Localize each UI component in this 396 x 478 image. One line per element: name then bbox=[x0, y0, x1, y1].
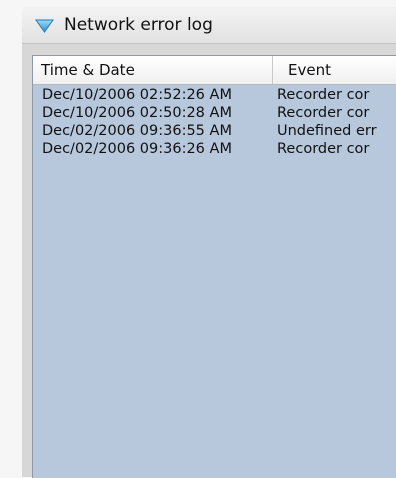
triangle-down-icon[interactable] bbox=[35, 19, 54, 33]
cell-time-date: Dec/02/2006 09:36:26 AM bbox=[42, 141, 232, 157]
cell-time-date: Dec/10/2006 02:52:26 AM bbox=[42, 87, 232, 103]
table-row[interactable]: Dec/10/2006 02:50:28 AM Recorder cor bbox=[33, 104, 396, 122]
column-header-event[interactable]: Event bbox=[274, 56, 396, 84]
cell-event: Recorder cor bbox=[277, 141, 370, 157]
table-row[interactable]: Dec/10/2006 02:52:26 AM Recorder cor bbox=[33, 86, 396, 104]
cell-time-date: Dec/02/2006 09:36:55 AM bbox=[42, 123, 232, 139]
cell-time-date: Dec/10/2006 02:50:28 AM bbox=[42, 105, 232, 121]
error-log-table[interactable]: Time & Date Event Dec/10/2006 02:52:26 A… bbox=[32, 55, 396, 478]
table-row[interactable]: Dec/02/2006 09:36:55 AM Undefined err bbox=[33, 122, 396, 140]
section-title: Network error log bbox=[64, 15, 213, 35]
table-header: Time & Date Event bbox=[33, 56, 396, 85]
cell-event: Undefined err bbox=[277, 123, 377, 139]
cell-event: Recorder cor bbox=[277, 105, 370, 121]
column-header-time-date[interactable]: Time & Date bbox=[33, 56, 273, 84]
section-header[interactable]: Network error log bbox=[22, 7, 396, 44]
table-body: Dec/10/2006 02:52:26 AM Recorder cor Dec… bbox=[33, 86, 396, 158]
table-row[interactable]: Dec/02/2006 09:36:26 AM Recorder cor bbox=[33, 140, 396, 158]
cell-event: Recorder cor bbox=[277, 87, 370, 103]
error-log-window: Network error log Time & Date Event Dec/… bbox=[22, 7, 396, 478]
